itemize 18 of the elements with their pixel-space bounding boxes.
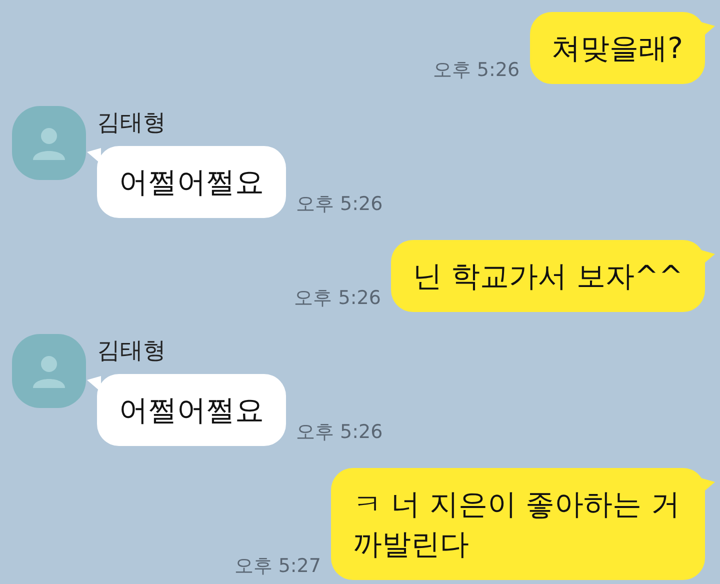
- message-time: 오후 5:26: [294, 286, 381, 310]
- sender-name: 김태형: [97, 109, 167, 138]
- message-bubble: 닌 학교가서 보자^^: [390, 240, 705, 312]
- avatar[interactable]: [12, 106, 86, 180]
- bubble-tail-icon: [87, 376, 101, 392]
- message-bubble: 어쩔어쩔요: [97, 374, 286, 446]
- sender-name: 김태형: [97, 337, 167, 366]
- message-time: 오후 5:26: [296, 420, 383, 444]
- message-time: 오후 5:26: [432, 58, 520, 82]
- person-icon: [32, 354, 66, 388]
- message-time: 오후 5:27: [234, 554, 321, 578]
- message-bubble: 어쩔어쩔요: [97, 146, 286, 218]
- message-bubble: ㅋ 너 지은이 좋아하는 거 까발린다: [331, 468, 705, 580]
- avatar[interactable]: [12, 334, 86, 408]
- bubble-tail-icon: [87, 148, 101, 164]
- message-bubble: 쳐맞을래?: [530, 12, 705, 84]
- person-icon: [32, 126, 66, 160]
- message-time: 오후 5:26: [296, 192, 383, 216]
